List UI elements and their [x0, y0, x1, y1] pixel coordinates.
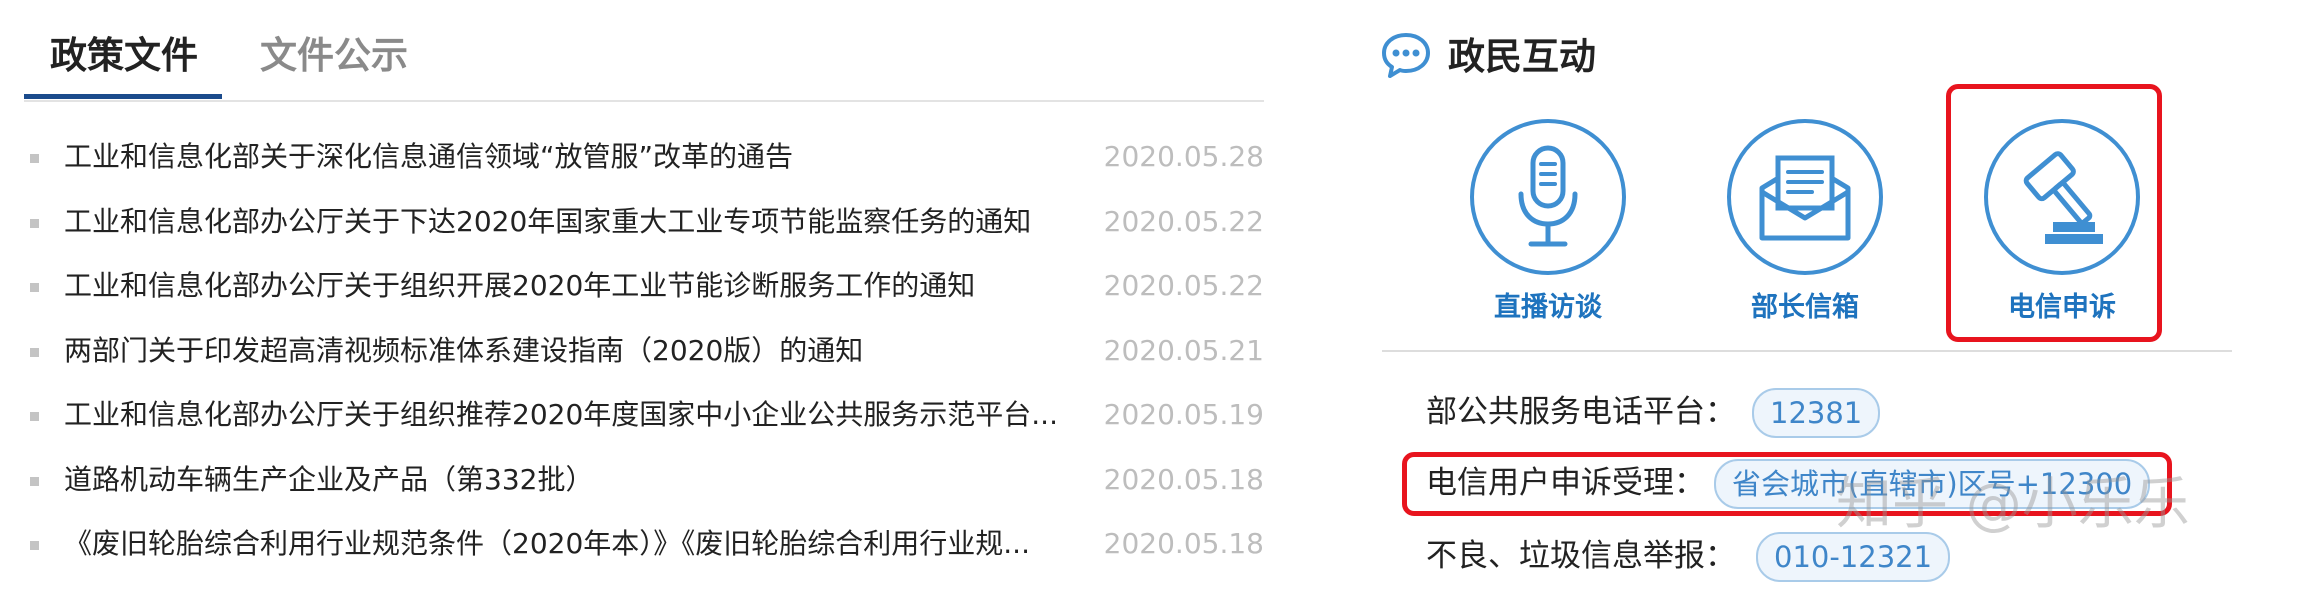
chat-bubble-icon: [1382, 33, 1430, 78]
contact-label: 部公共服务电话平台：: [1426, 394, 1736, 430]
list-item[interactable]: 两部门关于印发超高清视频标准体系建设指南（2020版）的通知 2020.05.2…: [24, 322, 1264, 387]
active-tab-underline: [24, 94, 222, 99]
service-label: 部长信箱: [1751, 292, 1859, 323]
tab-policy-documents[interactable]: 政策文件: [50, 28, 198, 84]
list-item[interactable]: 工业和信息化部办公厅关于下达2020年国家重大工业专项节能监察任务的通知 202…: [24, 193, 1264, 258]
list-item-date: 2020.05.22: [1103, 204, 1264, 238]
minister-mailbox-button[interactable]: 部长信箱: [1705, 112, 1905, 342]
contact-label: 不良、垃圾信息举报：: [1426, 538, 1736, 574]
telecom-appeal-button[interactable]: 电信申诉: [1962, 112, 2162, 342]
section-title: 政民互动: [1448, 35, 1596, 78]
list-item[interactable]: 工业和信息化部办公厅关于组织推荐2020年度国家中小企业公共服务示范平台... …: [24, 386, 1264, 451]
service-label: 电信申诉: [2008, 292, 2116, 323]
list-item-date: 2020.05.18: [1103, 462, 1264, 496]
live-interview-button[interactable]: 直播访谈: [1448, 112, 1648, 342]
bullet-icon: [30, 347, 39, 357]
list-item-title[interactable]: 工业和信息化部办公厅关于组织开展2020年工业节能诊断服务工作的通知: [64, 263, 1074, 309]
list-item-title[interactable]: 道路机动车辆生产企业及产品（第332批）: [64, 457, 1074, 503]
list-item-date: 2020.05.28: [1103, 140, 1264, 173]
list-item-title[interactable]: 工业和信息化部办公厅关于下达2020年国家重大工业专项节能监察任务的通知: [64, 199, 1074, 245]
service-label: 直播访谈: [1494, 292, 1602, 323]
list-item-date: 2020.05.21: [1103, 333, 1264, 367]
policy-panel: 政策文件 文件公示 工业和信息化部关于深化信息通信领域“放管服”改革的通告 20…: [24, 0, 1264, 606]
list-item[interactable]: 《废旧轮胎综合利用行业规范条件（2020年本）》《废旧轮胎综合利用行业规... …: [24, 515, 1264, 580]
gavel-icon: [1984, 119, 2140, 275]
bullet-icon: [30, 476, 39, 486]
list-item[interactable]: 工业和信息化部关于深化信息通信领域“放管服”改革的通告 2020.05.28: [24, 128, 1264, 193]
list-item-date: 2020.05.22: [1103, 269, 1264, 302]
bullet-icon: [30, 283, 39, 292]
list-item-title[interactable]: 《废旧轮胎综合利用行业规范条件（2020年本）》《废旧轮胎综合利用行业规...: [64, 521, 1074, 567]
interaction-panel: 政民互动 直播访谈 部长信箱 电信申诉 部公共服务电话平台： 12381 电信用…: [1380, 0, 2280, 606]
list-item-title[interactable]: 工业和信息化部关于深化信息通信领域“放管服”改革的通告: [64, 134, 1074, 180]
list-item-title[interactable]: 两部门关于印发超高清视频标准体系建设指南（2020版）的通知: [64, 328, 1074, 374]
list-item[interactable]: 工业和信息化部办公厅关于组织开展2020年工业节能诊断服务工作的通知 2020.…: [24, 257, 1264, 322]
bullet-icon: [30, 412, 39, 421]
bullet-icon: [30, 154, 39, 163]
policy-list: 工业和信息化部关于深化信息通信领域“放管服”改革的通告 2020.05.28 工…: [24, 128, 1264, 580]
list-item-date: 2020.05.18: [1103, 527, 1264, 560]
microphone-icon: [1470, 119, 1626, 275]
contact-number-badge[interactable]: 省会城市(直辖市)区号+12300: [1714, 459, 2151, 509]
tab-document-notices[interactable]: 文件公示: [260, 28, 408, 84]
contact-label: 电信用户申诉受理：: [1426, 465, 1705, 501]
list-item-title[interactable]: 工业和信息化部办公厅关于组织推荐2020年度国家中小企业公共服务示范平台...: [64, 392, 1074, 438]
list-item[interactable]: 道路机动车辆生产企业及产品（第332批） 2020.05.18: [24, 451, 1264, 516]
contact-number-badge[interactable]: 010-12321: [1756, 532, 1951, 582]
contact-number-badge[interactable]: 12381: [1752, 388, 1881, 438]
list-item-date: 2020.05.19: [1103, 398, 1264, 431]
bullet-icon: [30, 218, 39, 228]
policy-tabs: 政策文件 文件公示: [24, 0, 1264, 102]
bullet-icon: [30, 541, 39, 550]
section-divider: [1382, 350, 2232, 352]
mail-icon: [1727, 119, 1883, 275]
